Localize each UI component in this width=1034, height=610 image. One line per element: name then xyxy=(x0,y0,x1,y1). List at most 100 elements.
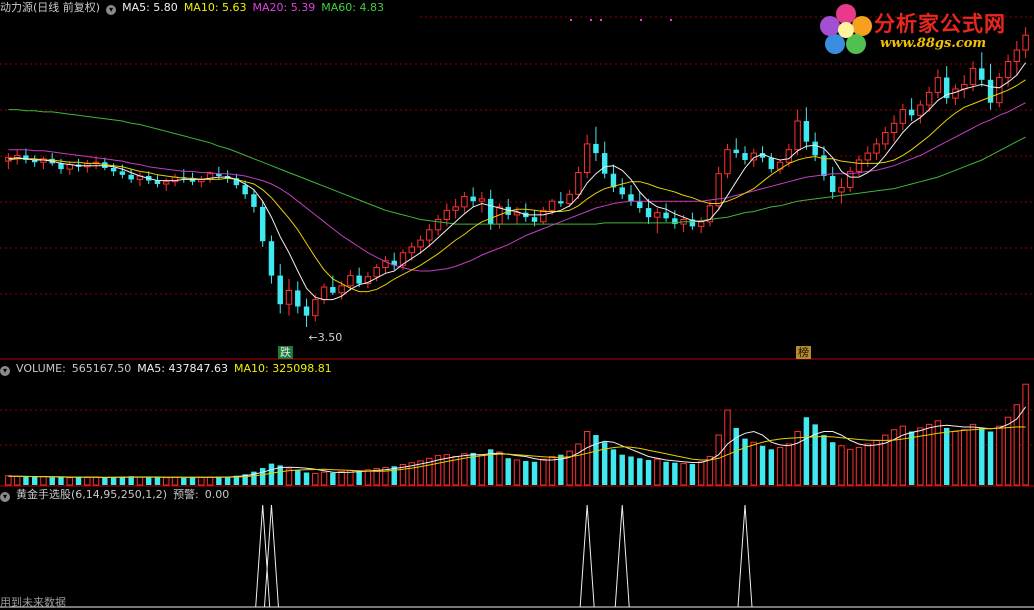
candle-body xyxy=(487,198,494,225)
candle-body xyxy=(303,306,310,316)
volume-bar xyxy=(49,477,55,485)
volume-bar xyxy=(496,451,503,486)
volume-bar xyxy=(338,471,345,486)
volume-bar xyxy=(697,461,705,486)
volume-bar xyxy=(478,455,486,486)
candle-body xyxy=(742,153,748,160)
candle-body xyxy=(426,229,433,241)
candle-body xyxy=(513,212,521,216)
volume-bar xyxy=(102,477,108,485)
volume-bar xyxy=(776,447,784,486)
candle-body xyxy=(645,208,652,218)
volume-bar xyxy=(619,454,625,485)
volume-bar xyxy=(864,443,871,486)
candle-body xyxy=(829,175,836,193)
volume-bar xyxy=(66,477,73,486)
price-ma-readouts: MA5: 5.80 MA10: 5.63 MA20: 5.39 MA60: 4.83 xyxy=(122,1,390,14)
candle-body xyxy=(312,299,319,317)
candle-body xyxy=(540,209,547,223)
volume-bar xyxy=(803,417,810,485)
marker-dot xyxy=(670,19,672,21)
candle-body xyxy=(417,239,424,248)
volume-bar xyxy=(189,476,196,485)
volume-bar xyxy=(523,460,529,485)
future-data-note: 用到未来数据 xyxy=(0,596,66,609)
volume-bar xyxy=(821,435,827,485)
price-ma-readout: MA5: 5.80 xyxy=(122,1,178,14)
volume-bar xyxy=(198,477,205,486)
volume-bar xyxy=(224,476,231,485)
volume-bar xyxy=(724,409,731,486)
candle-body xyxy=(110,167,117,172)
candle-body xyxy=(715,173,722,207)
volume-bar xyxy=(952,431,959,486)
volume-bar xyxy=(320,471,328,486)
candle-body xyxy=(952,88,959,99)
candle-body xyxy=(356,275,362,284)
volume-bar xyxy=(356,471,362,485)
volume-bar xyxy=(330,472,336,485)
candle-body xyxy=(925,91,933,106)
collapse-icon[interactable]: ▾ xyxy=(106,5,117,15)
volume-bar xyxy=(663,461,669,485)
volume-ma-readouts: MA5: 437847.63 MA10: 325098.81 xyxy=(137,362,337,375)
volume-ma-readout: MA10: 325098.81 xyxy=(233,362,332,375)
candle-body xyxy=(619,187,625,195)
ma5-line xyxy=(8,62,1027,301)
volume-bar xyxy=(110,477,117,485)
volume-bar xyxy=(163,477,170,486)
volume-bar xyxy=(794,431,801,486)
volume-bar xyxy=(303,472,310,485)
candle-body xyxy=(277,275,283,305)
volume-bar xyxy=(829,442,836,485)
volume-bar xyxy=(154,476,161,485)
volume-bar xyxy=(31,476,38,485)
volume-bar xyxy=(855,447,863,486)
volume-bar xyxy=(75,477,82,485)
candle-body xyxy=(979,68,985,80)
price-ma-readout: MA20: 5.39 xyxy=(252,1,316,14)
volume-bar xyxy=(470,452,476,485)
candle-body xyxy=(593,143,599,154)
candle-body xyxy=(531,217,538,222)
signal-pulse xyxy=(737,504,753,608)
warn-label: 预警: xyxy=(173,488,199,501)
candle-body xyxy=(794,120,801,151)
candle-body xyxy=(855,159,863,172)
candle-body xyxy=(637,201,643,209)
collapse-icon[interactable]: ▾ xyxy=(0,366,10,376)
volume-bar xyxy=(206,476,214,486)
logo-url: www.88gs.com xyxy=(880,36,987,51)
candle-body xyxy=(548,200,556,211)
low-price-annotation: ←3.50 xyxy=(308,331,343,345)
volume-bar xyxy=(23,476,29,485)
candle-body xyxy=(890,122,898,133)
collapse-icon[interactable]: ▾ xyxy=(0,492,10,502)
candle-body xyxy=(452,206,459,211)
volume-bar xyxy=(364,469,372,486)
flower-icon xyxy=(820,4,872,54)
volume-bar xyxy=(575,443,582,486)
indicator-panel-header: ▾ 黄金手选股(6,14,95,250,1,2) 预警: 0.00 xyxy=(0,488,235,502)
volume-bar xyxy=(925,423,933,486)
volume-bar xyxy=(5,475,12,486)
candle-body xyxy=(251,194,257,207)
volume-bar xyxy=(934,420,942,486)
candle-body xyxy=(566,193,573,204)
candle-body xyxy=(119,171,126,175)
volume-bar xyxy=(742,438,748,485)
candle-body xyxy=(373,267,380,278)
main-panel-title: 动力源(日线 前复权) xyxy=(0,1,101,14)
volume-bar xyxy=(628,456,634,485)
volume-bar xyxy=(943,427,950,485)
volume-bar xyxy=(583,431,591,486)
candle-body xyxy=(320,286,328,301)
signal-tag-die: 跌 xyxy=(278,346,293,359)
volume-bar xyxy=(996,425,1003,486)
candle-body xyxy=(242,185,248,195)
volume-bar xyxy=(531,461,538,485)
volume-bar xyxy=(136,476,144,486)
volume-bar xyxy=(1022,383,1029,486)
ma10-line xyxy=(8,79,1026,293)
volume-bar xyxy=(969,423,977,486)
